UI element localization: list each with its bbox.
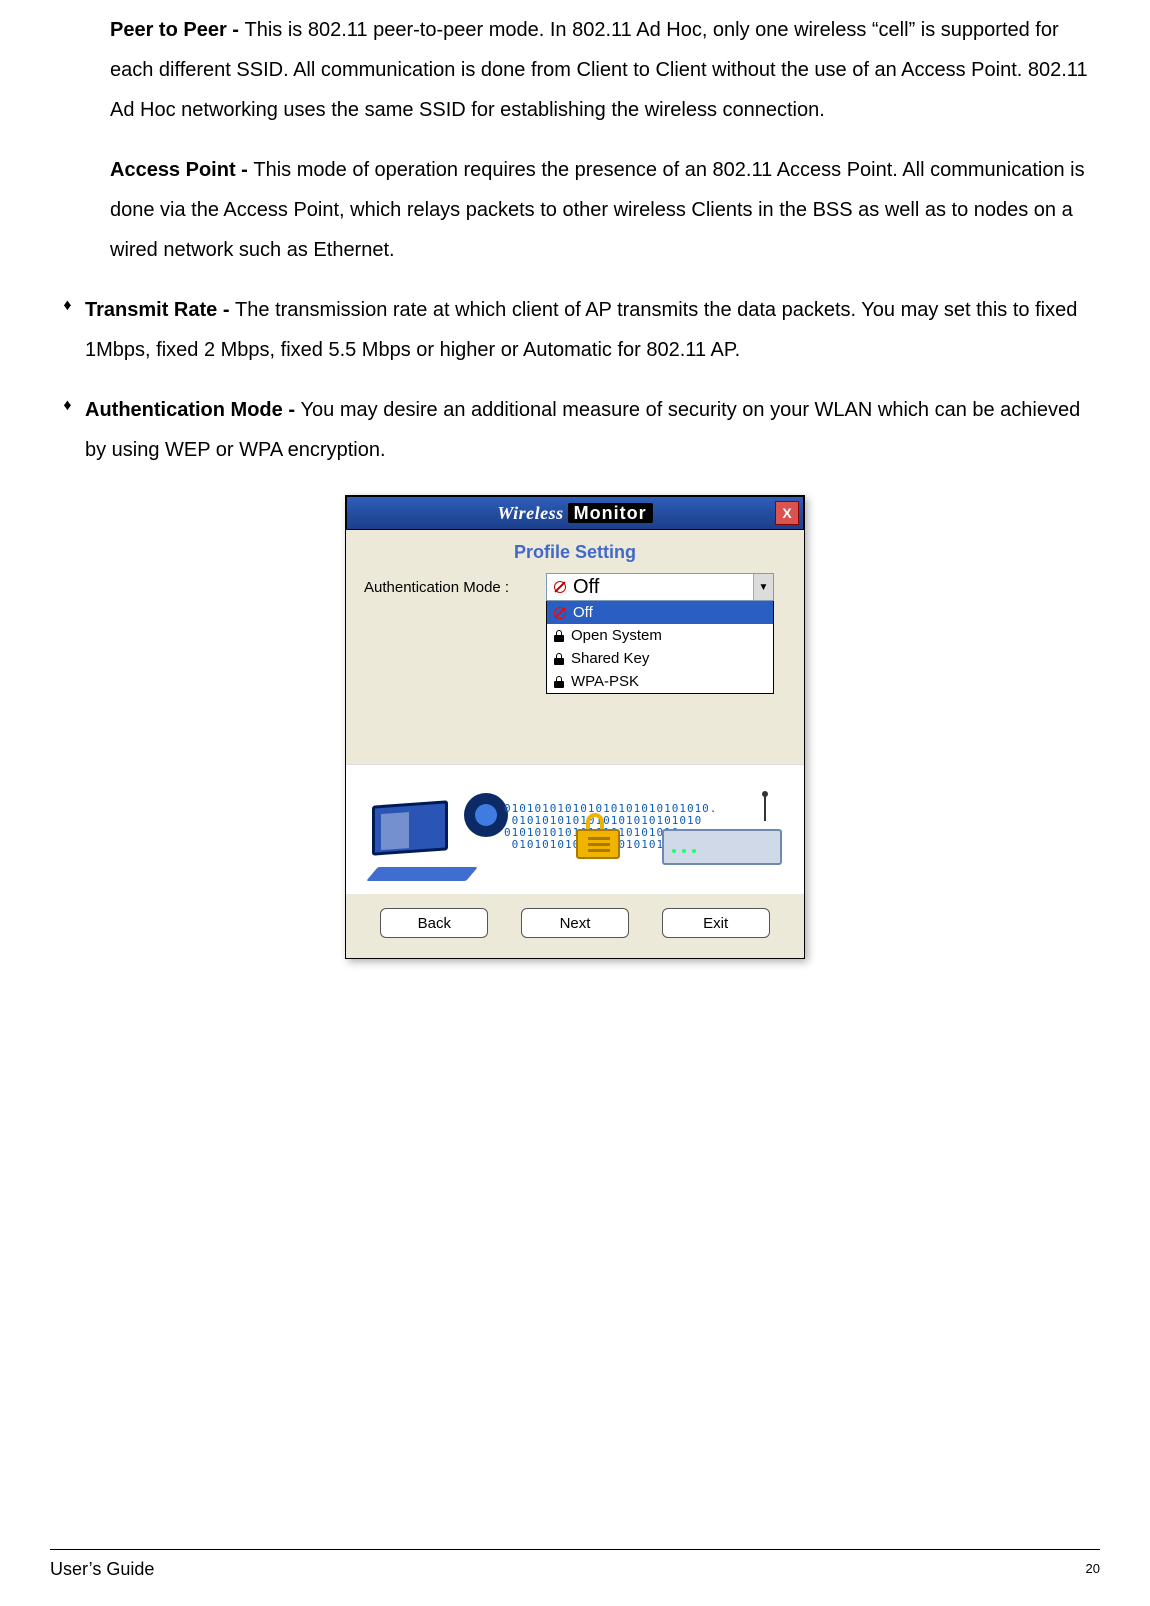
ap-text: This mode of operation requires the pres… — [110, 159, 1085, 261]
peer-text: This is 802.11 peer-to-peer mode. In 802… — [110, 19, 1088, 121]
footer-divider — [50, 1549, 1100, 1551]
access-point-paragraph: Access Point - This mode of operation re… — [50, 150, 1100, 270]
lock-icon — [553, 653, 565, 665]
wireless-monitor-dialog: WirelessMonitor X Profile Setting Authen… — [345, 495, 805, 959]
dialog-titlebar[interactable]: WirelessMonitor X — [346, 496, 804, 530]
option-off[interactable]: Off — [547, 601, 773, 624]
auth-mode-label: Authentication Mode : — [364, 573, 546, 596]
padlock-icon — [576, 813, 620, 859]
title-monitor: Monitor — [568, 503, 653, 523]
lock-icon — [553, 630, 565, 642]
peer-to-peer-paragraph: Peer to Peer - This is 802.11 peer-to-pe… — [50, 10, 1100, 130]
dialog-subtitle: Profile Setting — [346, 530, 804, 573]
option-wpa-psk[interactable]: WPA-PSK — [547, 670, 773, 693]
combo-selected[interactable]: Off ▼ — [546, 573, 774, 601]
option-open-system[interactable]: Open System — [547, 624, 773, 647]
close-icon[interactable]: X — [775, 501, 799, 525]
off-icon — [553, 606, 567, 620]
off-icon — [553, 580, 567, 594]
exit-button[interactable]: Exit — [662, 908, 770, 938]
auth-mode-combobox[interactable]: Off ▼ Off Open System — [546, 573, 774, 694]
ap-label: Access Point — [110, 159, 236, 181]
combo-selected-text: Off — [573, 576, 599, 599]
lock-icon — [553, 676, 565, 688]
satellite-dish-icon — [464, 793, 508, 837]
footer-page-number: 20 — [1086, 1561, 1100, 1576]
transmit-label: Transmit Rate - — [85, 299, 235, 321]
combo-dropdown: Off Open System Shared Key WPA-PSK — [546, 601, 774, 694]
dialog-button-row: Back Next Exit — [346, 894, 804, 958]
option-wpa-label: WPA-PSK — [571, 673, 639, 690]
ap-sep: - — [236, 159, 254, 181]
laptop-icon — [372, 803, 472, 873]
option-shared-label: Shared Key — [571, 650, 649, 667]
back-button[interactable]: Back — [380, 908, 488, 938]
router-icon — [662, 813, 782, 865]
option-off-label: Off — [573, 604, 593, 621]
auth-label: Authentication Mode - — [85, 399, 301, 421]
peer-label: Peer to Peer — [110, 19, 227, 41]
peer-sep: - — [227, 19, 245, 41]
auth-mode-bullet: ♦ Authentication Mode - You may desire a… — [50, 390, 1100, 470]
bullet-marker-icon: ♦ — [50, 290, 85, 370]
bullet-marker-icon: ♦ — [50, 390, 85, 470]
dialog-illustration: 010101010101010101010101010. 01010101010… — [346, 764, 804, 894]
option-open-label: Open System — [571, 627, 662, 644]
footer-guide-label: User’s Guide — [50, 1559, 154, 1580]
chevron-down-icon[interactable]: ▼ — [753, 574, 773, 600]
transmit-rate-bullet: ♦ Transmit Rate - The transmission rate … — [50, 290, 1100, 370]
next-button[interactable]: Next — [521, 908, 629, 938]
option-shared-key[interactable]: Shared Key — [547, 647, 773, 670]
dialog-title: WirelessMonitor — [497, 503, 652, 524]
title-wireless: Wireless — [497, 503, 563, 523]
